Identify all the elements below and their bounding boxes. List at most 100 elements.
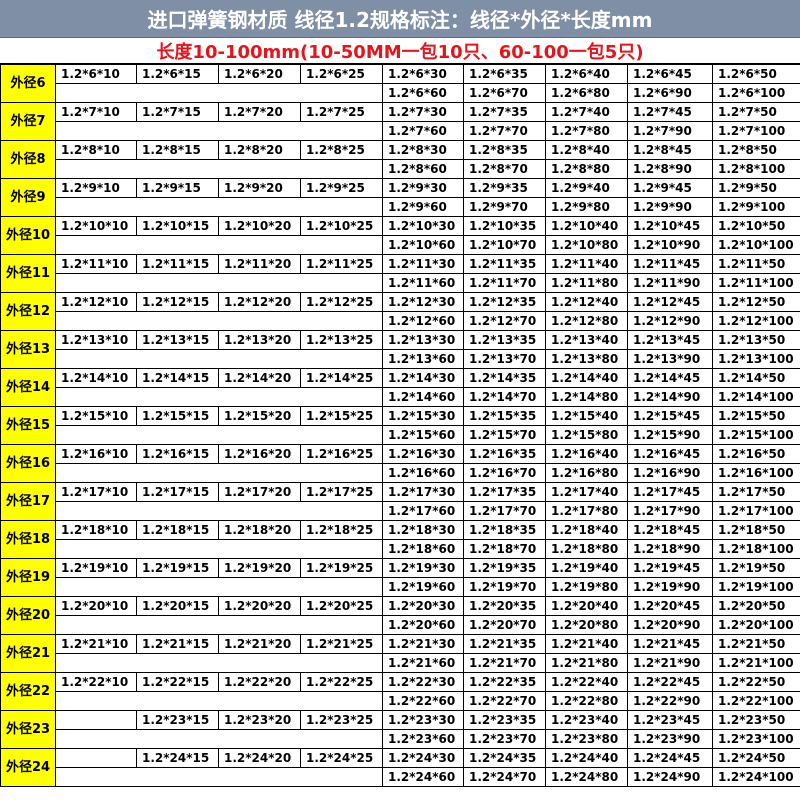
spec-cell: 1.2*22*15 (136, 672, 219, 692)
spec-cell: 1.2*12*40 (545, 292, 628, 312)
spec-cell: 1.2*14*20 (218, 368, 301, 388)
spec-cell: 1.2*20*80 (545, 615, 628, 635)
spec-cell: 1.2*14*30 (382, 368, 464, 388)
spec-cell: 1.2*16*35 (463, 444, 546, 464)
empty-cell (55, 235, 383, 255)
empty-cell (55, 729, 383, 749)
spec-cell: 1.2*6*35 (463, 64, 546, 84)
empty-cell (55, 349, 383, 369)
diameter-label: 外径8 (0, 140, 56, 179)
spec-cell: 1.2*19*10 (55, 558, 137, 578)
spec-cell: 1.2*22*30 (382, 672, 464, 692)
spec-cell: 1.2*15*45 (627, 406, 713, 426)
spec-cell: 1.2*18*30 (382, 520, 464, 540)
spec-cell: 1.2*13*10 (55, 330, 137, 350)
spec-cell: 1.2*8*40 (545, 140, 628, 160)
spec-cell: 1.2*8*15 (136, 140, 219, 160)
spec-cell: 1.2*23*90 (627, 729, 713, 749)
spec-cell: 1.2*8*60 (382, 159, 464, 179)
spec-cell: 1.2*17*70 (463, 501, 546, 521)
diameter-label: 外径18 (0, 520, 56, 559)
spec-cell: 1.2*22*20 (218, 672, 301, 692)
spec-cell: 1.2*14*80 (545, 387, 628, 407)
spec-cell: 1.2*17*100 (712, 501, 800, 521)
spec-cell: 1.2*19*90 (627, 577, 713, 597)
diameter-label: 外径16 (0, 444, 56, 483)
spec-cell: 1.2*8*35 (463, 140, 546, 160)
spec-cell: 1.2*23*70 (463, 729, 546, 749)
spec-cell: 1.2*14*50 (712, 368, 800, 388)
spec-cell: 1.2*6*90 (627, 83, 713, 103)
empty-cell (55, 577, 383, 597)
spec-cell: 1.2*12*10 (55, 292, 137, 312)
spec-cell: 1.2*20*15 (136, 596, 219, 616)
spec-cell: 1.2*23*30 (382, 710, 464, 730)
table-row: 外径19 1.2*19*10 1.2*19*15 1.2*19*20 1.2*19*25… (0, 558, 800, 597)
table-row: 1.2*22*60 1.2*22*70 1.2*22*80 1.2*22*90 1.2*… (1, 691, 800, 711)
table-row: 1.2*14*60 1.2*14*70 1.2*14*80 1.2*14*90 1.2*… (1, 387, 800, 407)
spec-cell: 1.2*12*70 (463, 311, 546, 331)
spec-cell: 1.2*23*50 (712, 710, 800, 730)
spec-cell: 1.2*19*20 (218, 558, 301, 578)
spec-cell: 1.2*13*20 (218, 330, 301, 350)
spec-cell: 1.2*20*30 (382, 596, 464, 616)
spec-cell: 1.2*18*60 (382, 539, 464, 559)
spec-cell: 1.2*23*45 (627, 710, 713, 730)
spec-cell: 1.2*6*100 (712, 83, 800, 103)
spec-cell: 1.2*11*10 (55, 254, 137, 274)
spec-cell: 1.2*18*50 (712, 520, 800, 540)
spec-cell: 1.2*8*70 (463, 159, 546, 179)
table-row: 外径6 1.2*6*10 1.2*6*15 1.2*6*20 1.2*6*25 1.2*6… (0, 64, 800, 103)
spec-cell: 1.2*8*80 (545, 159, 628, 179)
table-row: 1.2*9*60 1.2*9*70 1.2*9*80 1.2*9*90 1.2*9*10… (1, 197, 800, 217)
table-row: 1.2*12*60 1.2*12*70 1.2*12*80 1.2*12*90 1.2*… (1, 311, 800, 331)
spec-cell: 1.2*16*25 (300, 444, 383, 464)
spec-cell: 1.2*10*50 (712, 216, 800, 236)
spec-cell: 1.2*9*90 (627, 197, 713, 217)
spec-cell: 1.2*15*25 (300, 406, 383, 426)
spec-cell: 1.2*16*80 (545, 463, 628, 483)
spec-table-body: 外径6 1.2*6*10 1.2*6*15 1.2*6*20 1.2*6*25 1.2*6… (0, 64, 800, 787)
spec-cell: 1.2*12*20 (218, 292, 301, 312)
spec-cell: 1.2*17*35 (463, 482, 546, 502)
table-row: 外径12 1.2*12*10 1.2*12*15 1.2*12*20 1.2*12*25… (0, 292, 800, 331)
spec-cell: 1.2*11*100 (712, 273, 800, 293)
spec-cell (55, 710, 137, 730)
spec-cell: 1.2*15*30 (382, 406, 464, 426)
spec-cell: 1.2*11*80 (545, 273, 628, 293)
spec-cell: 1.2*15*70 (463, 425, 546, 445)
diameter-label: 外径15 (0, 406, 56, 445)
table-row: 外径11 1.2*11*10 1.2*11*15 1.2*11*20 1.2*11*25… (0, 254, 800, 293)
diameter-label: 外径6 (0, 64, 56, 103)
table-row: 外径10 1.2*10*10 1.2*10*15 1.2*10*20 1.2*10*25… (0, 216, 800, 255)
spec-cell: 1.2*22*45 (627, 672, 713, 692)
spec-cell: 1.2*10*70 (463, 235, 546, 255)
spec-cell: 1.2*11*25 (300, 254, 383, 274)
diameter-label: 外径21 (0, 634, 56, 673)
spec-cell: 1.2*10*35 (463, 216, 546, 236)
spec-cell: 1.2*18*90 (627, 539, 713, 559)
diameter-label: 外径24 (0, 748, 56, 787)
spec-cell: 1.2*7*25 (300, 102, 383, 122)
spec-cell: 1.2*16*100 (712, 463, 800, 483)
spec-cell: 1.2*10*30 (382, 216, 464, 236)
spec-cell: 1.2*6*70 (463, 83, 546, 103)
spec-cell: 1.2*13*60 (382, 349, 464, 369)
spec-cell: 1.2*9*40 (545, 178, 628, 198)
spec-cell: 1.2*8*25 (300, 140, 383, 160)
spec-cell: 1.2*11*60 (382, 273, 464, 293)
empty-cell (55, 615, 383, 635)
spec-cell: 1.2*15*100 (712, 425, 800, 445)
spec-cell: 1.2*13*35 (463, 330, 546, 350)
spec-cell: 1.2*8*100 (712, 159, 800, 179)
spec-cell (55, 748, 137, 768)
spec-cell: 1.2*12*100 (712, 311, 800, 331)
spec-cell: 1.2*10*40 (545, 216, 628, 236)
spec-cell: 1.2*19*50 (712, 558, 800, 578)
spec-cell: 1.2*12*30 (382, 292, 464, 312)
spec-cell: 1.2*12*45 (627, 292, 713, 312)
spec-cell: 1.2*19*70 (463, 577, 546, 597)
spec-cell: 1.2*19*100 (712, 577, 800, 597)
spec-cell: 1.2*14*100 (712, 387, 800, 407)
empty-cell (55, 691, 383, 711)
